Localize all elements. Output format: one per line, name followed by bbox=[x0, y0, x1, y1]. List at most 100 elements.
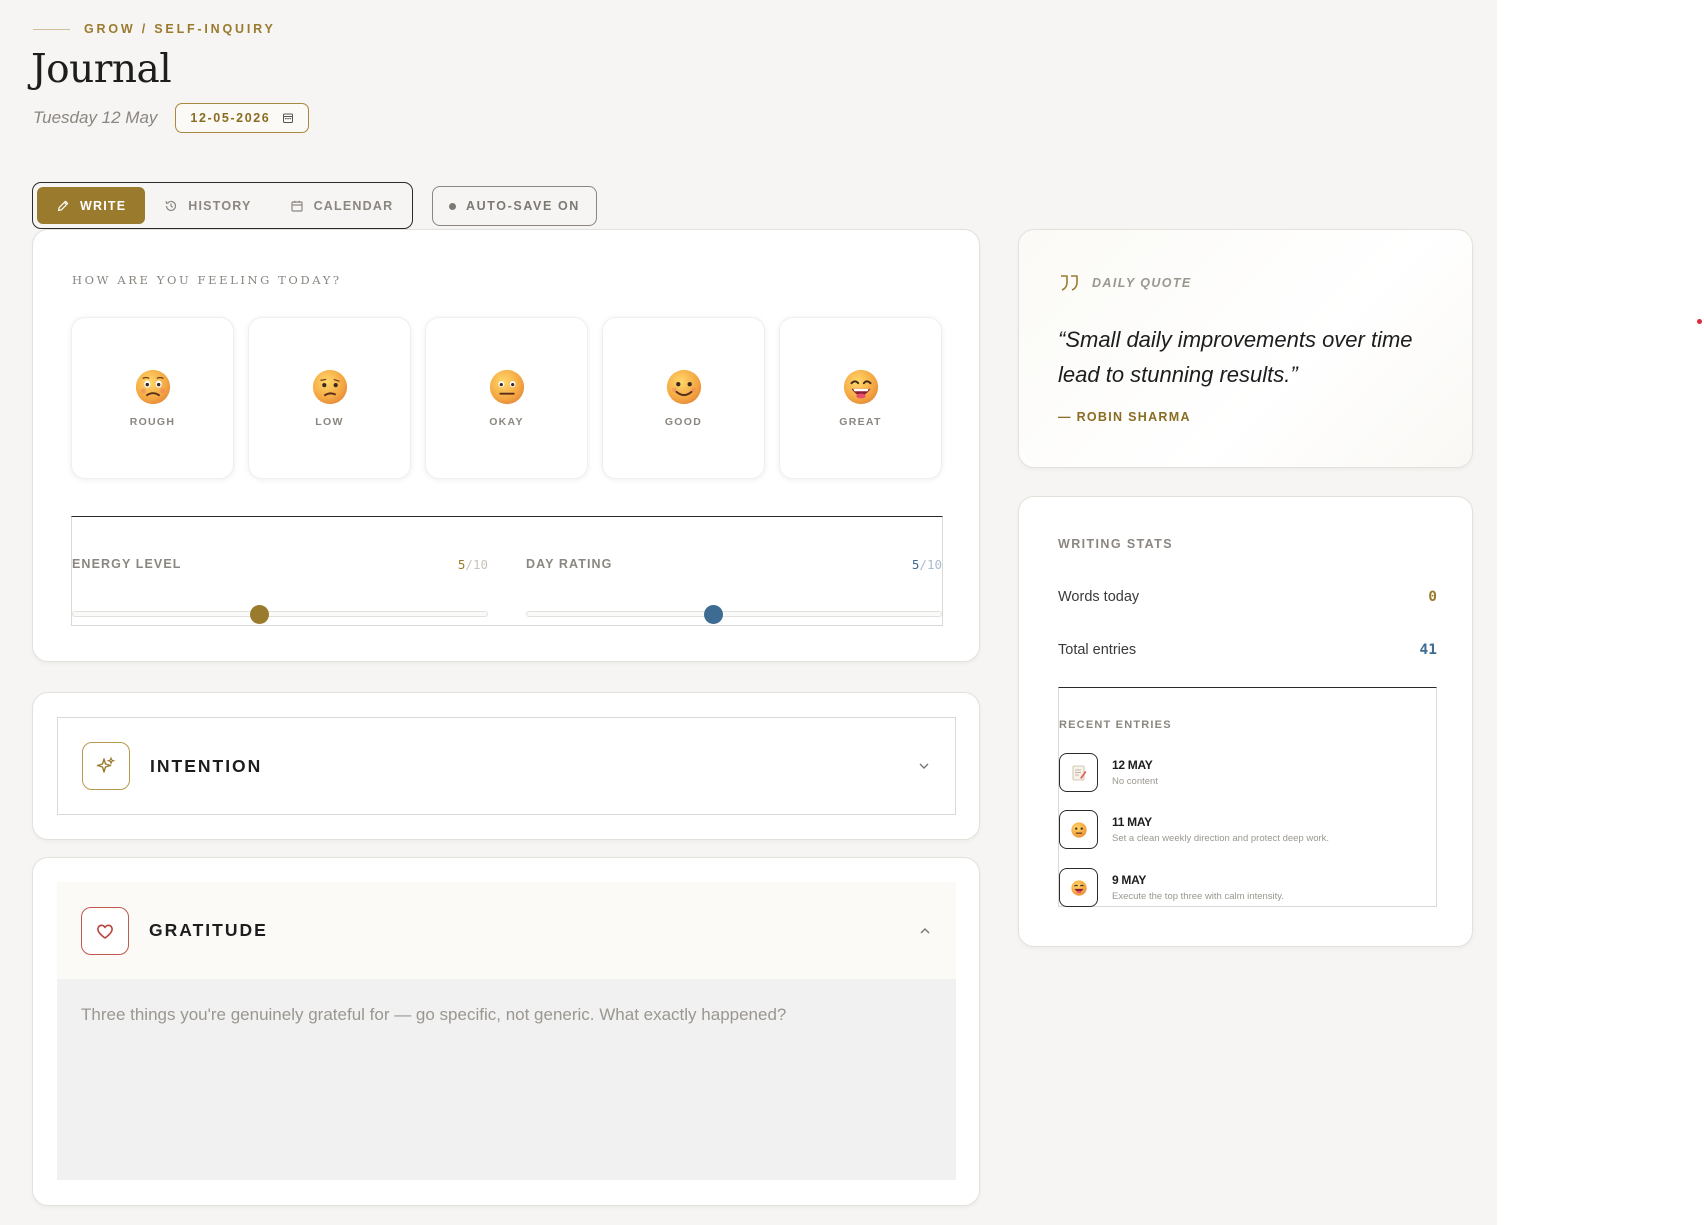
gratitude-textarea[interactable]: Three things you're genuinely grateful f… bbox=[57, 979, 956, 1180]
mood-option-okay[interactable]: OKAY bbox=[425, 317, 588, 479]
day-rating-value: 5/10 bbox=[912, 557, 942, 572]
autosave-toggle[interactable]: AUTO-SAVE ON bbox=[432, 186, 597, 226]
gratitude-title: GRATITUDE bbox=[149, 920, 268, 940]
mood-label: GOOD bbox=[664, 416, 703, 428]
quote-text: “Small daily improvements over time lead… bbox=[1058, 327, 1413, 387]
energy-value: 5/10 bbox=[458, 557, 488, 572]
recent-entry-text: 9 MAY Execute the top three with calm in… bbox=[1112, 873, 1284, 902]
view-tabs: WRITE HISTORY CALENDAR bbox=[32, 182, 413, 229]
mood-option-rough[interactable]: ROUGH bbox=[71, 317, 234, 479]
breadcrumb: GROW / SELF-INQUIRY bbox=[33, 22, 276, 36]
intention-title: INTENTION bbox=[150, 755, 263, 776]
recent-entry-icon-box bbox=[1059, 810, 1098, 849]
history-icon bbox=[165, 200, 177, 211]
recent-entries-label: RECENT ENTRIES bbox=[1059, 719, 1172, 731]
recent-entry-date: 9 MAY bbox=[1112, 873, 1147, 887]
quote-label: DAILY QUOTE bbox=[1092, 276, 1192, 290]
intention-icon-box bbox=[82, 742, 130, 790]
tab-calendar-label: CALENDAR bbox=[313, 198, 394, 213]
page-title: Journal bbox=[31, 47, 172, 92]
date-row: Tuesday 12 May 12-05-2026 bbox=[33, 103, 310, 133]
day-rating-slider-thumb[interactable] bbox=[704, 605, 724, 624]
pencil-icon bbox=[57, 200, 69, 211]
date-text: Tuesday 12 May bbox=[33, 108, 158, 127]
confused-face-icon bbox=[312, 369, 347, 405]
breadcrumb-line bbox=[33, 28, 70, 30]
smiling-face-icon bbox=[666, 369, 701, 405]
feeling-card: HOW ARE YOU FEELING TODAY? ROUGH LOW OKA… bbox=[32, 229, 980, 662]
tab-history-label: HISTORY bbox=[188, 198, 252, 213]
cursor-indicator bbox=[1697, 319, 1702, 324]
quote-icon bbox=[1061, 275, 1078, 291]
grinning-face-icon bbox=[843, 369, 878, 405]
stat-words-today-label: Words today bbox=[1058, 589, 1140, 605]
sliders-panel: ENERGY LEVEL 5/10 DAY RATING 5/10 bbox=[71, 516, 943, 626]
stat-total-entries-label: Total entries bbox=[1058, 642, 1137, 658]
gratitude-card: GRATITUDE Three things you're genuinely … bbox=[32, 857, 980, 1206]
date-picker-value: 12-05-2026 bbox=[190, 111, 271, 125]
stats-label: WRITING STATS bbox=[1058, 537, 1173, 551]
gratitude-accordion-header[interactable]: GRATITUDE bbox=[57, 882, 956, 979]
day-rating-label: DAY RATING bbox=[526, 557, 613, 571]
energy-slider-thumb[interactable] bbox=[250, 605, 270, 624]
stat-total-entries: Total entries 41 bbox=[1058, 642, 1437, 658]
intention-card: INTENTION bbox=[32, 692, 980, 840]
day-rating-slider[interactable] bbox=[526, 605, 942, 624]
mood-label: ROUGH bbox=[129, 416, 176, 428]
heart-icon bbox=[97, 924, 113, 939]
mood-option-great[interactable]: GREAT bbox=[779, 317, 942, 479]
mood-label: GREAT bbox=[839, 416, 882, 428]
tab-history[interactable]: HISTORY bbox=[145, 187, 270, 224]
date-picker[interactable]: 12-05-2026 bbox=[175, 103, 310, 133]
tab-calendar[interactable]: CALENDAR bbox=[271, 187, 413, 224]
recent-entry-desc: Execute the top three with calm intensit… bbox=[1112, 891, 1284, 902]
breadcrumb-text: GROW / SELF-INQUIRY bbox=[84, 22, 276, 36]
neutral-face-icon bbox=[1070, 821, 1087, 838]
memo-icon bbox=[1072, 765, 1086, 780]
energy-value-max: /10 bbox=[465, 557, 488, 572]
recent-entry-text: 12 MAY No content bbox=[1112, 758, 1158, 787]
anxious-face-icon bbox=[135, 369, 170, 405]
neutral-face-icon bbox=[489, 369, 524, 405]
mood-selector: ROUGH LOW OKAY GOOD GREAT bbox=[71, 317, 942, 479]
tab-write[interactable]: WRITE bbox=[37, 187, 146, 224]
mood-option-good[interactable]: GOOD bbox=[602, 317, 765, 479]
sparkle-icon bbox=[96, 756, 116, 773]
writing-stats-card: WRITING STATS Words today 0 Total entrie… bbox=[1018, 496, 1473, 947]
recent-entry-desc: No content bbox=[1112, 776, 1158, 787]
quote-header: DAILY QUOTE bbox=[1058, 272, 1192, 294]
recent-entry[interactable]: 9 MAY Execute the top three with calm in… bbox=[1059, 868, 1284, 907]
recent-entry-date: 11 MAY bbox=[1112, 815, 1152, 829]
chevron-up-icon[interactable] bbox=[918, 924, 932, 938]
chevron-down-icon[interactable] bbox=[917, 759, 931, 773]
energy-label: ENERGY LEVEL bbox=[72, 557, 182, 571]
energy-slider-group: ENERGY LEVEL 5/10 bbox=[72, 557, 488, 624]
mood-option-low[interactable]: LOW bbox=[248, 317, 411, 479]
calendar-icon bbox=[283, 113, 294, 123]
energy-slider[interactable] bbox=[72, 605, 488, 624]
day-rating-slider-group: DAY RATING 5/10 bbox=[526, 557, 942, 624]
recent-entry[interactable]: 11 MAY Set a clean weekly direction and … bbox=[1059, 810, 1329, 849]
recent-entry-text: 11 MAY Set a clean weekly direction and … bbox=[1112, 815, 1329, 844]
grinning-face-icon bbox=[1070, 879, 1087, 896]
intention-accordion-header[interactable]: INTENTION bbox=[57, 717, 956, 815]
recent-entry-icon-box bbox=[1059, 868, 1098, 907]
day-rating-value-max: /10 bbox=[919, 557, 942, 572]
calendar-icon bbox=[290, 200, 303, 212]
stat-words-today-value: 0 bbox=[1428, 589, 1437, 605]
recent-entries: RECENT ENTRIES 12 MAY No content 11 MAY … bbox=[1058, 687, 1437, 907]
recent-entry-icon-box bbox=[1059, 753, 1098, 792]
quote-author: — ROBIN SHARMA bbox=[1058, 410, 1191, 424]
mood-label: LOW bbox=[315, 416, 344, 428]
tab-write-label: WRITE bbox=[80, 198, 127, 213]
daily-quote-card: DAILY QUOTE “Small daily improvements ov… bbox=[1018, 229, 1473, 468]
stat-words-today: Words today 0 bbox=[1058, 589, 1437, 605]
recent-entry-desc: Set a clean weekly direction and protect… bbox=[1112, 833, 1330, 844]
status-dot-icon bbox=[449, 202, 457, 210]
recent-entry[interactable]: 12 MAY No content bbox=[1059, 753, 1158, 792]
recent-entry-date: 12 MAY bbox=[1112, 758, 1153, 772]
journal-app: GROW / SELF-INQUIRY Journal Tuesday 12 M… bbox=[0, 0, 1497, 1225]
autosave-label: AUTO-SAVE ON bbox=[466, 199, 580, 213]
stat-total-entries-value: 41 bbox=[1419, 642, 1437, 658]
feeling-question: HOW ARE YOU FEELING TODAY? bbox=[72, 273, 342, 287]
